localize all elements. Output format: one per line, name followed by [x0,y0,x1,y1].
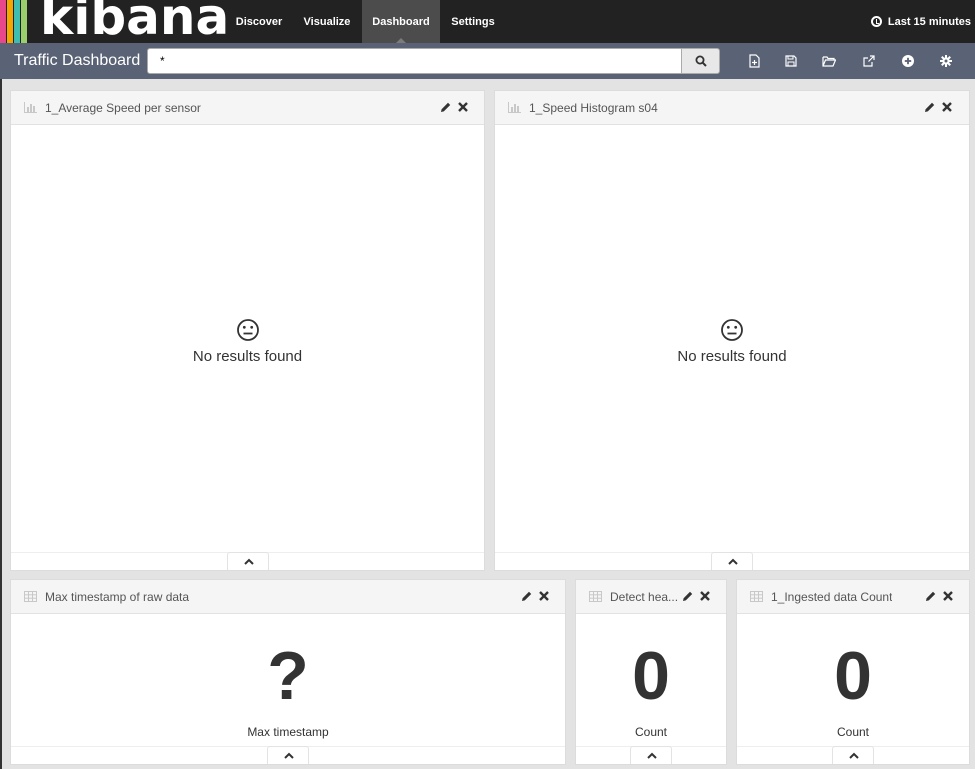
panel-detect: Detect hea... 0 Count [575,579,727,765]
metric-grid-icon [24,591,37,602]
logo-stripe [7,0,13,43]
neutral-face-icon [236,319,259,341]
panel-average-speed: 1_Average Speed per sensor No results fo… [10,90,485,571]
metric-value: 0 [834,638,872,714]
panel-max-timestamp: Max timestamp of raw data ? Max timestam… [10,579,566,765]
close-icon[interactable] [457,101,469,113]
no-results-message: No results found [677,348,787,365]
panel-speed-histogram: 1_Speed Histogram s04 No results found [494,90,970,571]
logo-stripe [0,0,6,43]
neutral-face-icon [721,319,743,341]
metric-value: ? [267,638,309,714]
metric-label: Max timestamp [247,725,329,739]
no-results: No results found [11,318,484,365]
new-dashboard-icon[interactable] [747,54,761,68]
no-results-message: No results found [192,348,303,365]
dashboard-title: Traffic Dashboard [14,52,141,69]
time-picker[interactable]: Last 15 minutes [870,0,971,43]
add-visualization-icon[interactable] [901,54,915,68]
close-icon[interactable] [942,590,954,602]
collapse-toggle[interactable] [630,746,672,764]
close-icon[interactable] [699,590,711,602]
panel-header[interactable]: 1_Average Speed per sensor [11,91,484,125]
logo-stripe [21,0,27,43]
window-left-edge [0,79,2,769]
pencil-icon[interactable] [925,591,936,602]
pencil-icon[interactable] [924,102,935,113]
chevron-up-icon [849,752,859,759]
save-icon[interactable] [784,54,798,68]
no-results: No results found [495,318,969,365]
open-folder-icon[interactable] [822,54,836,68]
pencil-icon[interactable] [440,102,451,113]
pencil-icon[interactable] [682,591,693,602]
panel-title: 1_Speed Histogram s04 [529,101,658,115]
panel-title: 1_Average Speed per sensor [45,101,201,115]
top-nav: kibana Discover Visualize Dashboard Sett… [0,0,975,43]
metric-label: Count [634,725,668,739]
query-input[interactable] [147,48,682,74]
collapse-toggle[interactable] [832,746,874,764]
kibana-logo[interactable]: kibana [0,0,226,43]
metric-value: 0 [632,638,670,714]
nav-dashboard[interactable]: Dashboard [362,0,440,43]
nav-settings[interactable]: Settings [440,0,506,43]
panel-header[interactable]: 1_Ingested data Count [737,580,969,614]
chevron-up-icon [284,752,294,759]
chevron-up-icon [647,752,657,759]
collapse-toggle[interactable] [267,746,309,764]
share-icon[interactable] [862,54,876,68]
search-icon [695,55,707,67]
chevron-up-icon [244,558,254,565]
search-button[interactable] [681,48,720,74]
panel-title: 1_Ingested data Count [771,590,893,604]
panel-header[interactable]: Detect hea... [576,580,726,614]
logo-text: kibana [40,0,226,43]
nav-discover[interactable]: Discover [226,0,292,43]
panel-header[interactable]: Max timestamp of raw data [11,580,565,614]
bar-chart-icon [508,102,521,113]
collapse-toggle[interactable] [227,552,269,570]
clock-icon [870,16,882,27]
bar-chart-icon [24,102,37,113]
close-icon[interactable] [538,590,550,602]
panel-title: Max timestamp of raw data [45,590,190,604]
metric-grid-icon [589,591,602,602]
close-icon[interactable] [941,101,953,113]
collapse-toggle[interactable] [711,552,753,570]
chevron-up-icon [728,558,738,565]
metric-grid-icon [750,591,763,602]
dashboard-toolbar: Traffic Dashboard [0,43,975,79]
panel-ingested-count: 1_Ingested data Count 0 Count [736,579,970,765]
panel-title: Detect hea... [610,590,678,604]
time-range-label: Last 15 minutes [887,16,971,28]
nav-visualize[interactable]: Visualize [292,0,362,43]
logo-stripe [14,0,20,43]
panel-header[interactable]: 1_Speed Histogram s04 [495,91,969,125]
metric-label: Count [836,725,870,739]
pencil-icon[interactable] [521,591,532,602]
settings-gear-icon[interactable] [939,54,953,68]
